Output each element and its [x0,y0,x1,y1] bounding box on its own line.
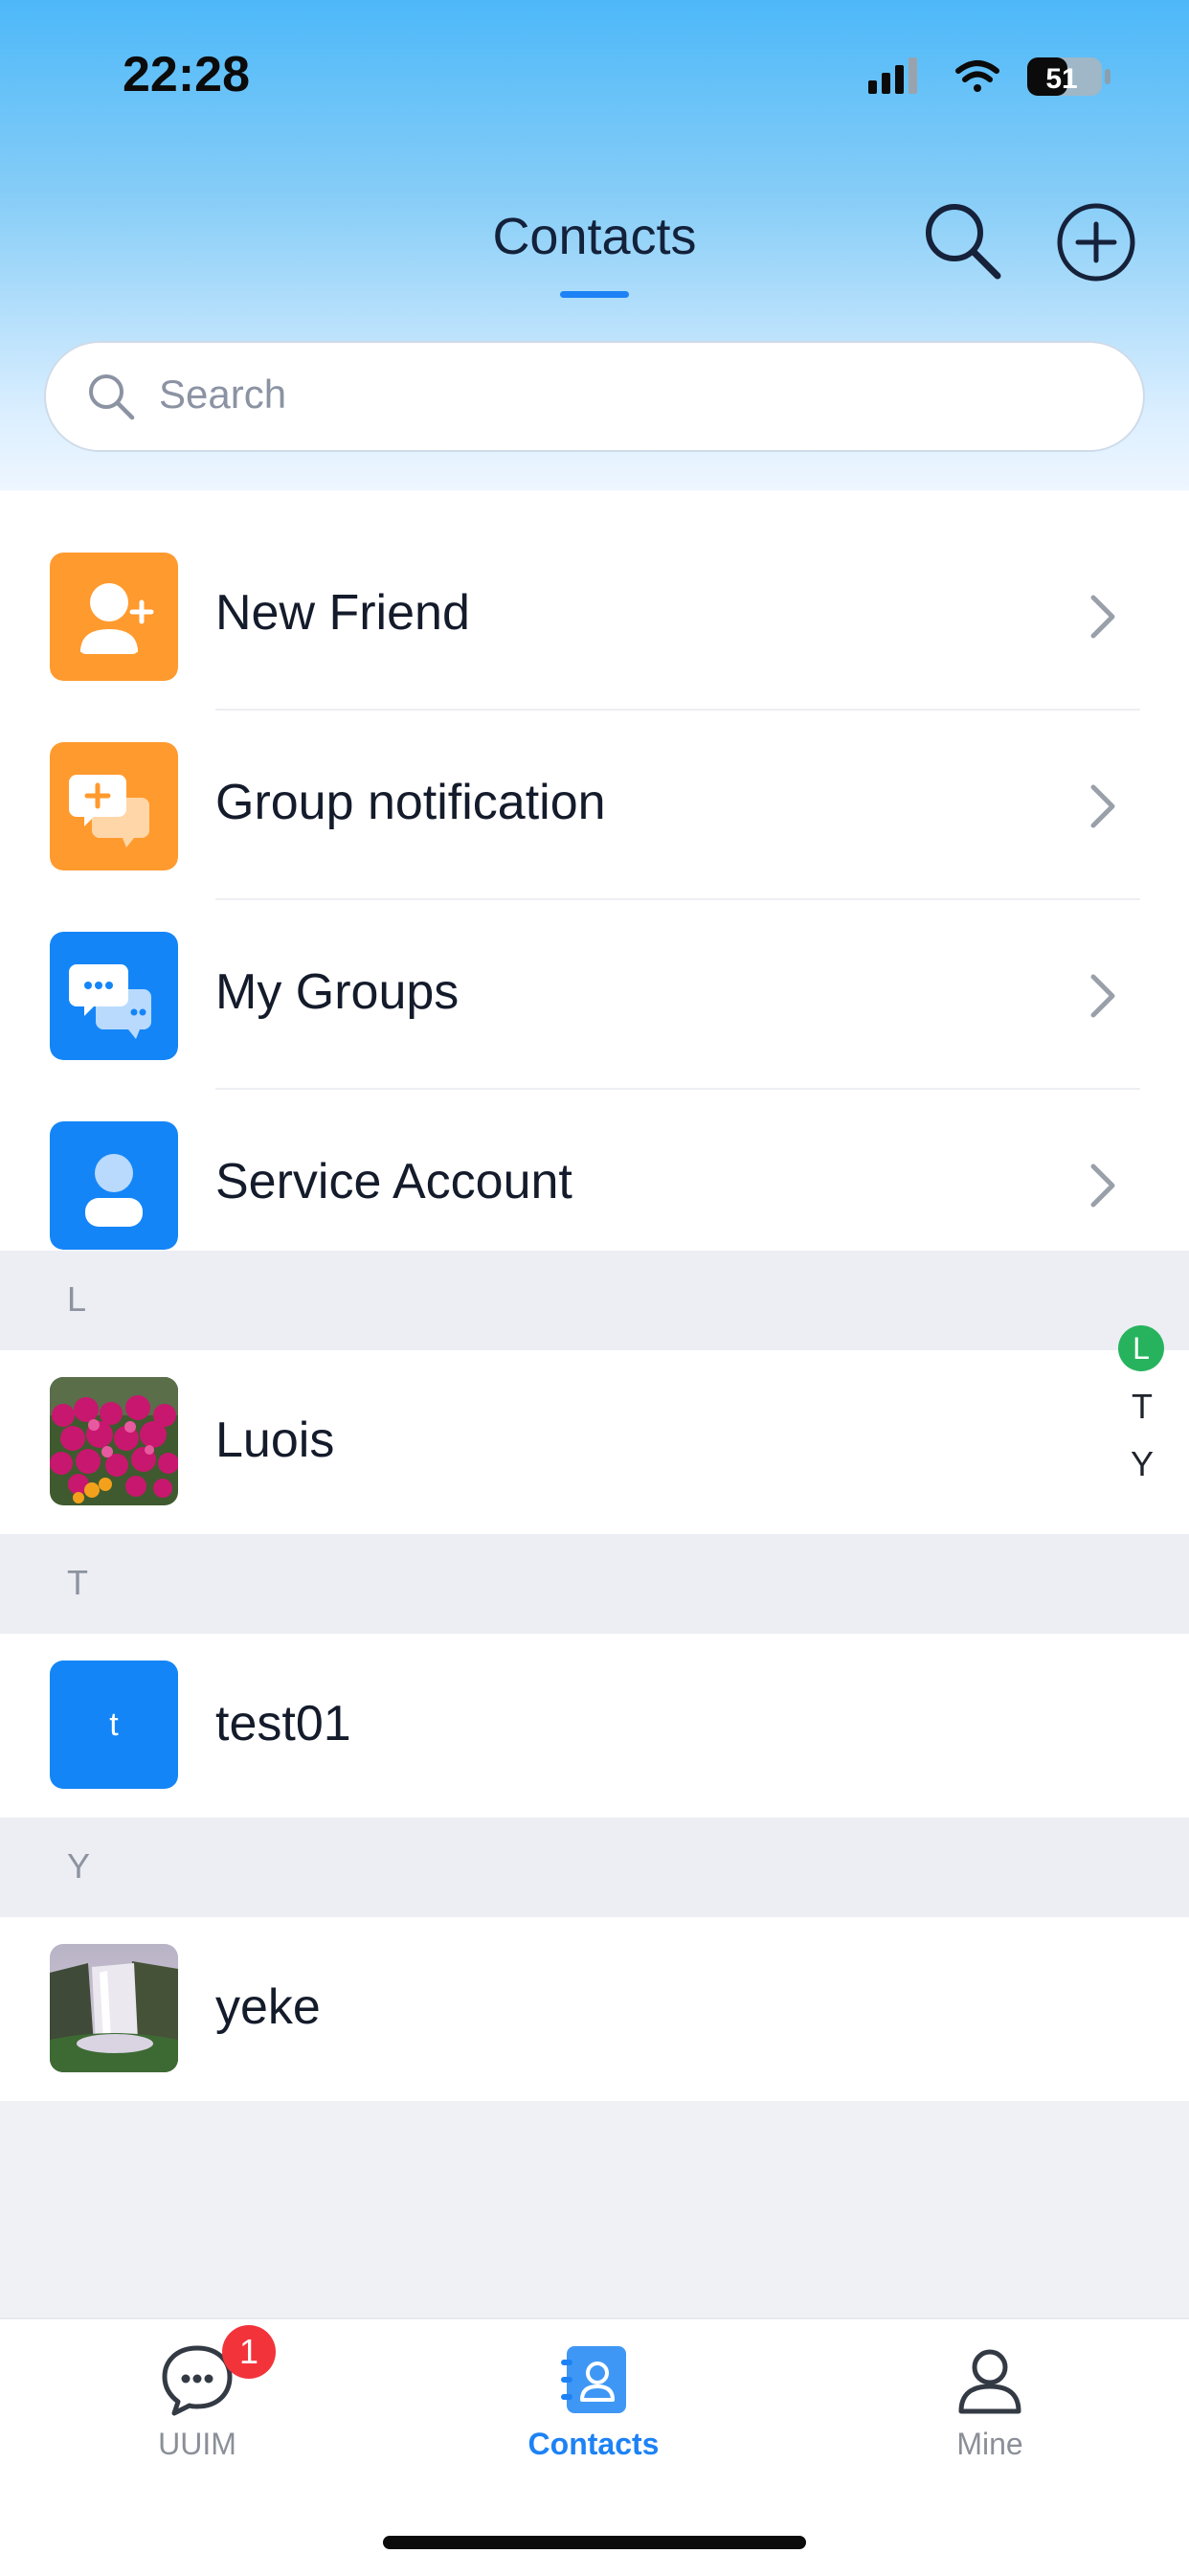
tab-contacts[interactable]: Contacts [479,2339,708,2482]
section-header-t: T [0,1534,1189,1634]
contact-name: test01 [215,1696,351,1751]
tab-label: Contacts [527,2427,660,2461]
tab-mine[interactable]: Mine [875,2339,1105,2482]
user-icon [958,2349,1021,2414]
contact-name: Luois [215,1412,335,1468]
section-letter: L [67,1279,87,1319]
tab-uuim[interactable]: UUIM [82,2339,312,2482]
status-time: 22:28 [123,47,250,102]
menu-item-my-groups[interactable]: My Groups [0,900,1189,1090]
chat-plus-icon [50,742,178,870]
wifi-icon [955,60,999,92]
contact-row-yeke[interactable]: yeke [0,1917,1189,2101]
add-person-icon [50,553,178,681]
chevron-right-icon [1090,784,1115,828]
search-bar[interactable]: Search [44,341,1145,452]
signal-icon [868,57,917,94]
search-icon [89,374,135,420]
section-letter: Y [67,1846,91,1886]
avatar [50,1944,178,2072]
menu-item-group-notification[interactable]: Group notification [0,711,1189,900]
group-chat-icon [50,932,178,1060]
avatar [50,1377,178,1505]
page-title: Contacts [492,208,697,265]
index-letter-y[interactable]: Y [1118,1444,1166,1484]
section-letter: T [67,1563,88,1602]
contact-row-luois[interactable]: Luois [0,1350,1189,1534]
tab-label: Mine [956,2427,1023,2461]
chevron-right-icon [1090,595,1115,639]
unread-badge: 1 [222,2325,276,2379]
avatar: t [50,1661,178,1789]
plus-circle-icon[interactable] [1053,199,1139,285]
search-icon[interactable] [919,197,1005,283]
person-icon [50,1121,178,1250]
menu-item-label: Group notification [215,775,606,830]
menu-item-label: New Friend [215,585,470,641]
menu-item-label: My Groups [215,964,460,1020]
menu-item-label: Service Account [215,1154,572,1209]
index-letter-t[interactable]: T [1118,1387,1166,1427]
title-underline [560,291,629,298]
contact-name: yeke [215,1979,321,2035]
chevron-right-icon [1090,974,1115,1018]
menu-list: New Friend Group notification My Groups [0,490,1189,1251]
contacts-icon [561,2346,626,2413]
battery-level: 51 [1045,63,1077,95]
search-placeholder: Search [159,372,287,417]
section-header-l: L [0,1251,1189,1350]
contact-row-test01[interactable]: t test01 [0,1634,1189,1818]
section-header-y: Y [0,1818,1189,1917]
home-indicator[interactable] [383,2536,806,2549]
index-letter-l[interactable]: L [1118,1325,1164,1371]
status-icons: 51 [868,57,1110,96]
tab-label: UUIM [158,2427,236,2461]
chevron-right-icon [1090,1164,1115,1208]
menu-item-new-friend[interactable]: New Friend [0,521,1189,711]
